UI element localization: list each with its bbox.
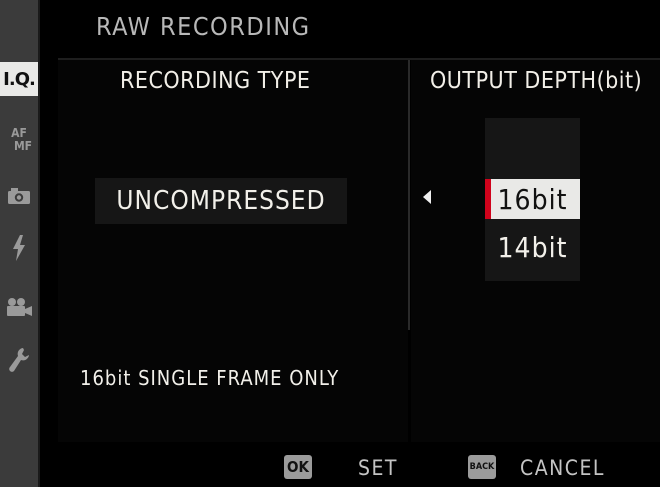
- ok-button-icon[interactable]: OK: [284, 455, 312, 479]
- camera-icon: [8, 188, 30, 204]
- back-button-icon[interactable]: BACK: [468, 455, 496, 479]
- page-title: RAW RECORDING: [96, 12, 311, 41]
- af-mf-icon: AF MF: [11, 126, 33, 153]
- depth-option-label: 16bit: [497, 182, 568, 216]
- wrench-icon: [9, 348, 29, 372]
- movie-setting-tab[interactable]: [0, 294, 38, 320]
- shooting-setting-tab[interactable]: [0, 183, 38, 209]
- flash-icon: [13, 235, 25, 261]
- image-quality-icon: I.Q.: [3, 68, 36, 90]
- recording-type-heading: RECORDING TYPE: [120, 68, 311, 94]
- cancel-label: CANCEL: [520, 456, 605, 480]
- column-divider: [408, 60, 410, 330]
- image-quality-tab[interactable]: I.Q.: [0, 62, 38, 96]
- selection-marker: [485, 179, 491, 219]
- sidebar-divider: [38, 0, 40, 487]
- output-depth-list: 16bit 14bit: [485, 118, 580, 281]
- output-depth-heading: OUTPUT DEPTH(bit): [430, 68, 643, 94]
- depth-option-16bit[interactable]: 16bit: [485, 179, 580, 219]
- menu-sidebar: I.Q. AF MF: [0, 0, 38, 487]
- depth-option-14bit[interactable]: 14bit: [485, 227, 580, 267]
- af-mf-tab[interactable]: AF MF: [0, 120, 38, 160]
- movie-camera-icon: [7, 298, 32, 316]
- info-note: 16bit SINGLE FRAME ONLY: [80, 366, 340, 390]
- set-label: SET: [358, 456, 398, 480]
- left-arrow-icon: [423, 190, 431, 204]
- recording-type-value[interactable]: UNCOMPRESSED: [95, 178, 347, 224]
- footer-bar: OK SET BACK CANCEL: [0, 446, 660, 487]
- flash-setting-tab[interactable]: [0, 232, 38, 264]
- setup-tab[interactable]: [0, 345, 38, 375]
- depth-option-label: 14bit: [497, 230, 568, 264]
